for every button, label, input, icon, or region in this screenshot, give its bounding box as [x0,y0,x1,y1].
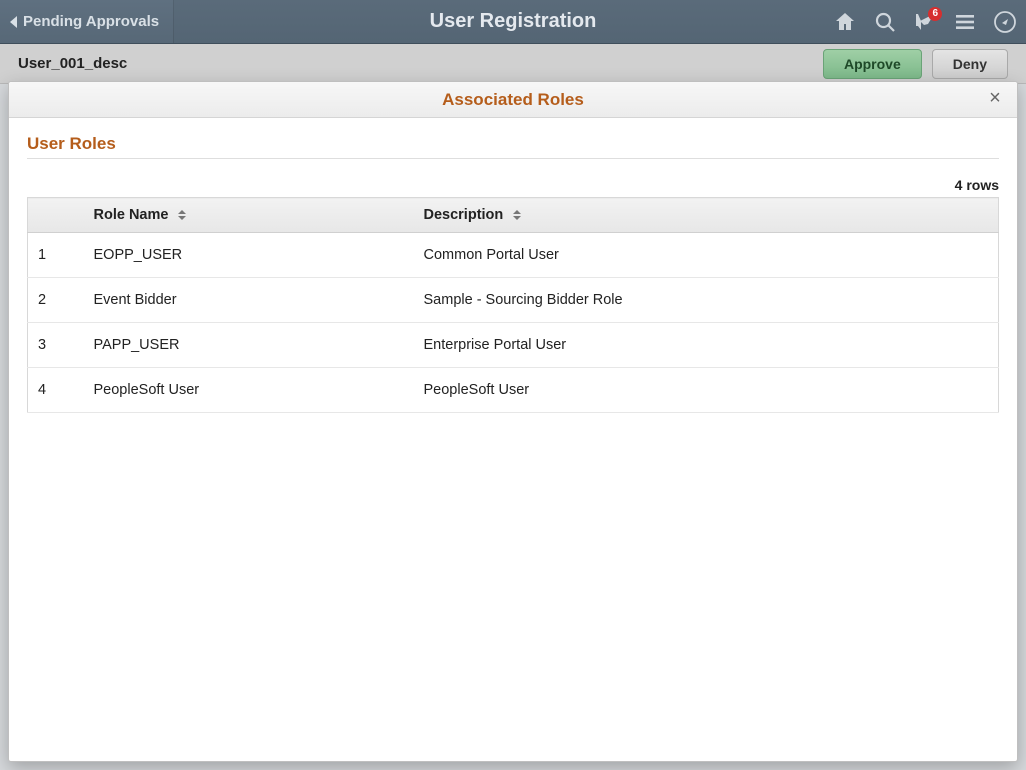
back-button[interactable]: Pending Approvals [0,0,174,43]
cell-desc: Sample - Sourcing Bidder Role [414,278,999,323]
cell-role: PeopleSoft User [84,368,414,413]
associated-roles-dialog: Associated Roles × User Roles 4 rows Rol… [8,81,1018,762]
cell-role: PAPP_USER [84,323,414,368]
chevron-left-icon [10,16,17,28]
dialog-body: User Roles 4 rows Role Name Description [9,118,1017,761]
cell-index: 4 [28,368,84,413]
sort-icon [513,210,521,220]
compass-icon[interactable] [992,9,1018,35]
col-index[interactable] [28,198,84,233]
dialog-title: Associated Roles [442,90,584,110]
table-row: 2 Event Bidder Sample - Sourcing Bidder … [28,278,999,323]
table-row: 3 PAPP_USER Enterprise Portal User [28,323,999,368]
section-title: User Roles [27,134,999,154]
col-role-name[interactable]: Role Name [84,198,414,233]
cell-role: EOPP_USER [84,233,414,278]
search-icon[interactable] [872,9,898,35]
user-roles-table: Role Name Description 1 EOPP_USER Common [27,197,999,413]
cell-desc: Enterprise Portal User [414,323,999,368]
cell-index: 2 [28,278,84,323]
col-description-label: Description [424,207,504,223]
user-description: User_001_desc [18,55,127,72]
notifications-icon[interactable]: 6 [912,9,938,35]
cell-desc: Common Portal User [414,233,999,278]
cell-role: Event Bidder [84,278,414,323]
menu-icon[interactable] [952,9,978,35]
table-row: 4 PeopleSoft User PeopleSoft User [28,368,999,413]
col-description[interactable]: Description [414,198,999,233]
col-role-name-label: Role Name [94,207,169,223]
dialog-header: Associated Roles × [9,82,1017,118]
background-page: Pending Approvals User Registration 6 Us… [0,0,1026,770]
rows-count-label: 4 rows [27,177,999,193]
cell-index: 1 [28,233,84,278]
notification-badge: 6 [928,7,942,21]
section-divider [27,158,999,159]
cell-index: 3 [28,323,84,368]
page-title: User Registration [430,10,597,33]
close-icon[interactable]: × [983,86,1007,110]
top-bar: Pending Approvals User Registration 6 [0,0,1026,44]
sort-icon [178,210,186,220]
table-header-row: Role Name Description [28,198,999,233]
home-icon[interactable] [832,9,858,35]
table-row: 1 EOPP_USER Common Portal User [28,233,999,278]
back-label: Pending Approvals [23,13,159,30]
cell-desc: PeopleSoft User [414,368,999,413]
